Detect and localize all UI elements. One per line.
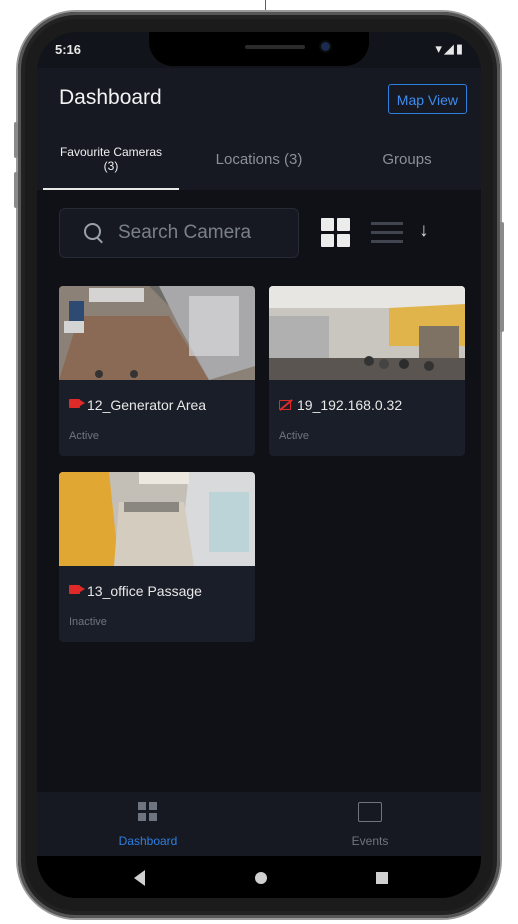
camera-thumbnail <box>59 286 255 380</box>
tab-locations[interactable]: Locations (3) <box>185 128 333 190</box>
tab-label: Locations (3) <box>215 150 303 168</box>
camera-name: 13_office Passage <box>87 583 202 599</box>
camera-name: 12_Generator Area <box>87 397 207 413</box>
camera-recording-icon <box>69 399 85 408</box>
volume-down-button <box>14 172 18 208</box>
status-time: 5:16 <box>55 42 82 57</box>
app-bar: Dashboard Map View <box>37 68 481 128</box>
tab-favourite-cameras[interactable]: Favourite Cameras (3) <box>37 128 185 190</box>
camera-recording-icon <box>69 585 85 594</box>
system-navigation-bar <box>37 856 481 898</box>
camera-status: Inactive <box>69 616 107 628</box>
nav-label: Events <box>351 834 389 848</box>
map-view-button[interactable]: Map View <box>387 84 467 114</box>
tab-bar: Favourite Cameras (3) Locations (3) Grou… <box>37 128 481 190</box>
nav-dashboard[interactable]: Dashboard <box>37 792 259 856</box>
back-icon[interactable] <box>134 870 145 886</box>
nav-label: Dashboard <box>118 834 178 848</box>
tab-label: Groups <box>382 150 432 168</box>
status-icons: ▾◢▮ <box>435 41 465 56</box>
recent-apps-icon[interactable] <box>376 872 388 884</box>
camera-card-19[interactable]: 19_192.168.0.32 Active <box>269 286 465 456</box>
grid-view-icon[interactable] <box>321 218 351 248</box>
camera-card-generator-area[interactable]: 12_Generator Area Active <box>59 286 255 456</box>
search-icon <box>84 223 101 240</box>
camera-card-office-passage[interactable]: 13_office Passage Inactive <box>59 472 255 642</box>
phone-screen: 5:16 ▾◢▮ Dashboard Map View Favourite Ca… <box>37 32 481 898</box>
camera-status: Active <box>279 430 309 442</box>
sort-arrow-icon[interactable]: ↓ <box>419 220 429 242</box>
page-title: Dashboard <box>59 86 162 109</box>
dashboard-icon <box>138 802 158 822</box>
camera-thumbnail <box>59 472 255 566</box>
camera-name: 19_192.168.0.32 <box>297 397 403 413</box>
search-placeholder: Search Camera <box>118 222 252 243</box>
tab-groups[interactable]: Groups <box>333 128 481 190</box>
search-row: Search Camera ↓ <box>59 208 469 258</box>
bottom-navigation: Dashboard Events <box>37 792 481 856</box>
search-input[interactable]: Search Camera <box>59 208 299 258</box>
events-icon <box>358 802 382 822</box>
speaker-grille <box>245 45 305 49</box>
nav-events[interactable]: Events <box>259 792 481 856</box>
list-view-icon[interactable] <box>371 220 403 246</box>
volume-up-button <box>14 122 18 158</box>
power-button <box>500 222 504 332</box>
camera-thumbnail <box>269 286 465 380</box>
front-camera <box>321 42 330 51</box>
camera-offline-icon <box>279 398 293 412</box>
tab-label: Favourite Cameras (3) <box>59 145 163 173</box>
notch <box>149 32 369 66</box>
camera-status: Active <box>69 430 99 442</box>
home-icon[interactable] <box>255 872 267 884</box>
